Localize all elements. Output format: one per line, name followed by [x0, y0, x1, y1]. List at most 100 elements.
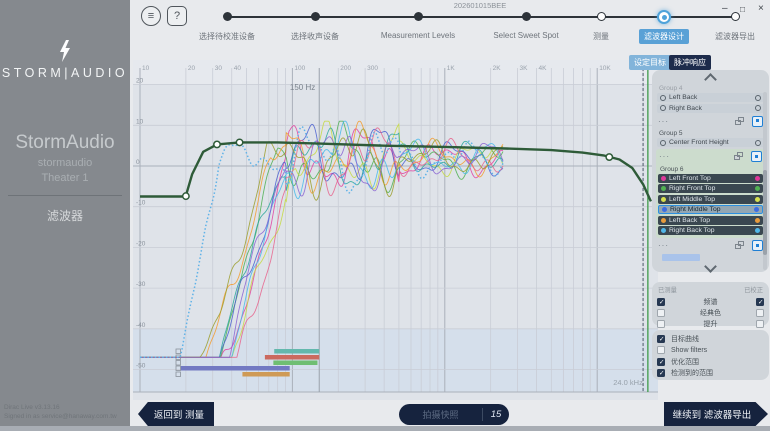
- minimize-button[interactable]: –: [722, 3, 728, 14]
- assign-group-icon[interactable]: [752, 240, 763, 251]
- step-label-2[interactable]: 选择收声设备: [291, 31, 339, 42]
- group-options-ellipsis[interactable]: ···: [658, 241, 735, 250]
- frequency-response-chart[interactable]: 102030401002003001K2K3K4K10K20K20100-10-…: [133, 60, 658, 400]
- measured-checkbox[interactable]: [657, 308, 665, 317]
- tab-impulse-response[interactable]: 脉冲响应: [669, 55, 711, 70]
- assign-group-icon[interactable]: [751, 151, 762, 162]
- step-label-7[interactable]: 滤波器导出: [715, 31, 755, 42]
- step-node-2[interactable]: [310, 12, 320, 21]
- range-bar-3: [180, 366, 290, 371]
- step-label-6[interactable]: 滤波器设计: [639, 29, 689, 44]
- range-bar-4: [242, 372, 290, 377]
- svg-text:100: 100: [294, 65, 305, 72]
- step-node-3[interactable]: [413, 12, 423, 21]
- channel-color-dot: [755, 228, 760, 233]
- range-bar-1: [264, 355, 320, 360]
- step-node-5[interactable]: [596, 12, 606, 21]
- close-button[interactable]: ×: [758, 3, 764, 14]
- take-snapshot-button[interactable]: 拍摄快照 15: [399, 404, 509, 425]
- speaker-item[interactable]: Right Back Top: [658, 226, 763, 235]
- step-label-5[interactable]: 测量: [593, 31, 609, 42]
- project-theater: Theater 1: [41, 172, 89, 184]
- help-button[interactable]: ?: [167, 6, 187, 26]
- speaker-item-label: Left Middle Top: [669, 195, 715, 203]
- assign-group-icon[interactable]: [752, 115, 763, 127]
- svg-text:200: 200: [340, 65, 351, 72]
- duplicate-group-icon[interactable]: [735, 241, 745, 250]
- svg-text:10: 10: [142, 65, 150, 72]
- sidebar-section-filter[interactable]: 滤波器: [0, 207, 130, 224]
- speaker-item[interactable]: Left Front Top: [658, 173, 763, 183]
- speaker-item[interactable]: Right Front Top: [658, 184, 763, 193]
- range-bar-2: [273, 360, 318, 365]
- group-options-ellipsis[interactable]: ···: [659, 152, 734, 161]
- display-option-label: 目标曲线: [671, 335, 699, 343]
- step-label-4[interactable]: Select Sweet Spot: [493, 31, 558, 40]
- group-options-ellipsis[interactable]: ···: [658, 117, 735, 126]
- bottom-strip: [0, 426, 770, 431]
- scrollbar-thumb[interactable]: [763, 170, 767, 255]
- tab-set-target[interactable]: 设定目标: [629, 55, 671, 70]
- svg-text:0: 0: [136, 159, 140, 166]
- scroll-down-button[interactable]: [656, 259, 765, 273]
- menu-button[interactable]: ≡: [141, 6, 161, 26]
- speaker-item[interactable]: Center Front Height: [657, 138, 764, 147]
- scroll-up-button[interactable]: [656, 72, 765, 86]
- corrected-checkbox[interactable]: [756, 319, 764, 328]
- channel-ring-icon: [755, 139, 761, 146]
- measured-checkbox[interactable]: [657, 319, 665, 328]
- measured-checkbox[interactable]: [657, 297, 665, 306]
- snapshot-label: 拍摄快照: [422, 410, 459, 420]
- marker-label: 150 Hz: [290, 83, 315, 92]
- corrected-checkbox[interactable]: [756, 308, 764, 317]
- step-node-4[interactable]: [521, 12, 531, 21]
- lightning-bolt-icon: [60, 40, 70, 62]
- step-node-1[interactable]: [222, 12, 232, 21]
- svg-text:2K: 2K: [493, 65, 502, 72]
- sidebar-divider: [8, 195, 122, 196]
- display-options-panel: 目标曲线 Show filters 优化范围检测到的范围: [652, 330, 769, 380]
- duplicate-group-icon[interactable]: [735, 116, 745, 126]
- back-to-measure-button[interactable]: 返回到 测量: [138, 402, 214, 426]
- duplicate-group-icon[interactable]: [734, 152, 744, 161]
- display-option-row: 目标曲线: [657, 333, 764, 345]
- speaker-item[interactable]: Left Middle Top: [658, 194, 763, 204]
- group-name-selection[interactable]: [662, 253, 700, 261]
- continue-to-export-button[interactable]: 继续到 滤波器导出: [664, 402, 768, 426]
- group-toolbar: ···: [656, 239, 765, 253]
- range-bar-0: [274, 349, 320, 354]
- svg-text:40: 40: [234, 65, 242, 72]
- speaker-item[interactable]: Left Back: [657, 93, 764, 102]
- continue-button-label: 继续到 滤波器导出: [672, 410, 752, 421]
- option-checkbox[interactable]: [657, 346, 665, 355]
- speaker-item-label: Right Back: [669, 104, 702, 112]
- speaker-item[interactable]: Left Back Top: [658, 215, 763, 225]
- project-subtitle: stormaudio: [37, 157, 93, 169]
- option-checkbox[interactable]: [657, 357, 665, 366]
- step-label-1[interactable]: 选择待校准设备: [199, 31, 255, 42]
- option-checkbox[interactable]: [657, 334, 665, 343]
- legend-row: 提升: [657, 318, 764, 329]
- help-icon: ?: [173, 10, 181, 22]
- curve-legend-panel: 已测量 已校正 频谱经典色提升: [652, 282, 769, 329]
- speaker-item[interactable]: Right Back: [657, 103, 764, 113]
- brand-logo: STORM|AUDIO: [1, 66, 129, 80]
- group-toolbar: ···: [657, 150, 764, 164]
- groups-scrollbar[interactable]: [763, 92, 767, 270]
- group-header: Group 6: [660, 165, 684, 173]
- speaker-item-label: Right Back Top: [669, 227, 715, 234]
- legend-row-label: 频谱: [703, 298, 718, 306]
- svg-text:-20: -20: [136, 240, 146, 247]
- group-toolbar: ···: [656, 114, 765, 128]
- speaker-item[interactable]: Right Middle Top: [658, 205, 763, 214]
- channel-ring-icon: [755, 94, 761, 101]
- channel-color-dot: [754, 207, 759, 212]
- maximize-button[interactable]: □: [740, 4, 745, 14]
- project-title: StormAudio: [15, 132, 115, 153]
- corrected-checkbox[interactable]: [756, 297, 764, 306]
- step-label-3[interactable]: Measurement Levels: [381, 31, 455, 40]
- option-checkbox[interactable]: [657, 369, 665, 378]
- cursor-label: 24.0 kHz: [613, 378, 643, 387]
- step-node-6[interactable]: [657, 10, 671, 24]
- step-node-7[interactable]: [730, 12, 740, 21]
